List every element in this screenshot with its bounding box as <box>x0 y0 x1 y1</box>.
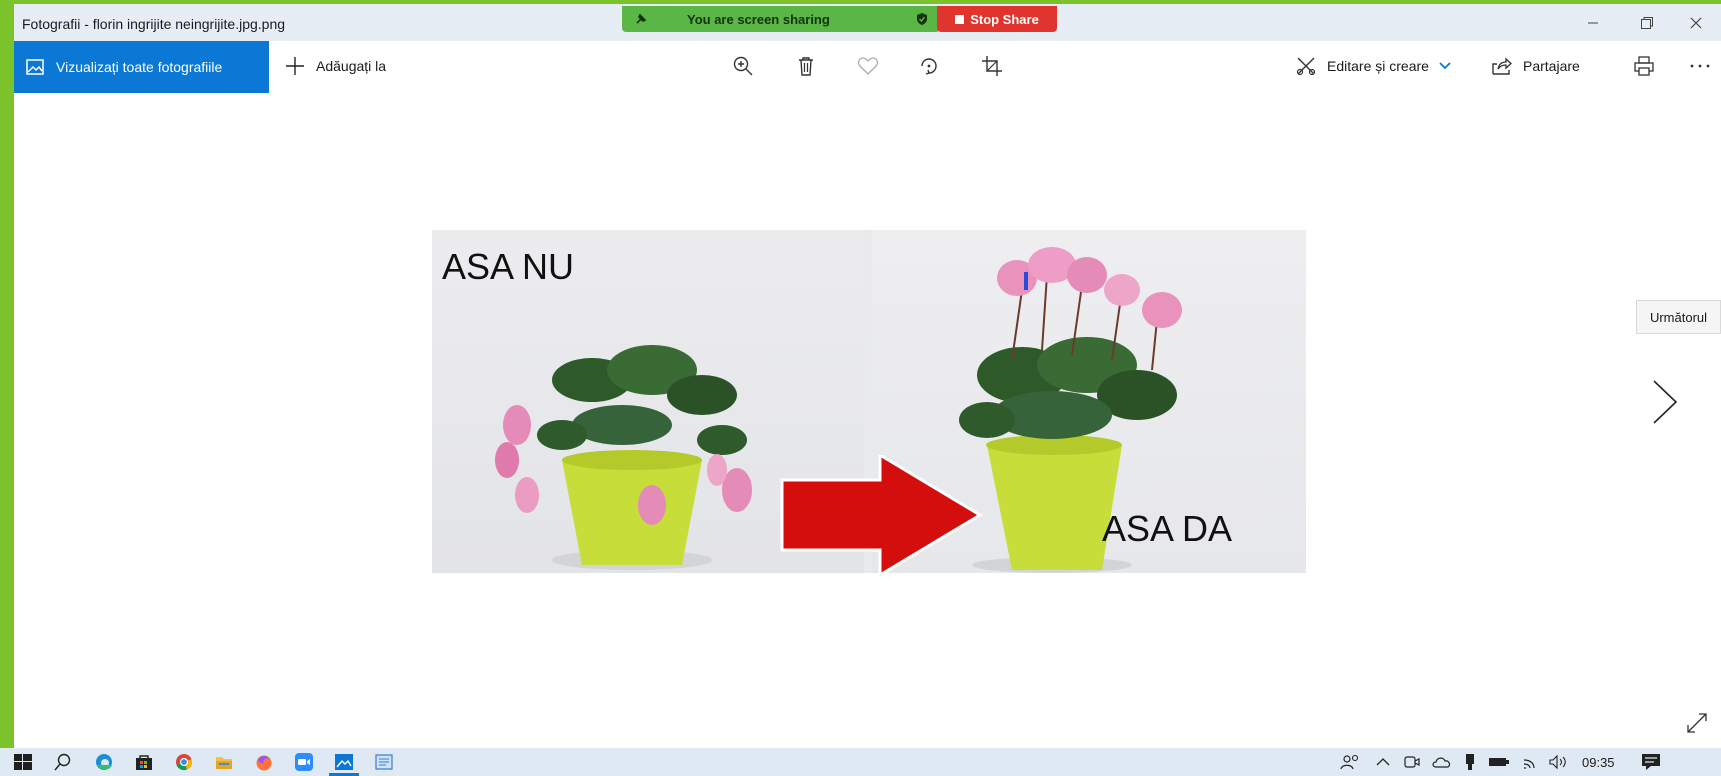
restore-icon <box>1641 17 1653 29</box>
red-arrow-graphic <box>780 455 983 575</box>
delete-button[interactable] <box>790 51 822 81</box>
taskbar-search-button[interactable] <box>52 752 74 772</box>
zoom-button[interactable] <box>727 51 759 81</box>
heart-icon <box>857 57 879 75</box>
wifi-icon[interactable] <box>1522 754 1540 770</box>
chevron-down-icon <box>1439 62 1451 70</box>
start-button[interactable] <box>12 752 34 772</box>
screen-sharing-status: You are screen sharing <box>687 12 830 27</box>
toolbar: Vizualizați toate fotografiile Adăugați … <box>14 41 1721 93</box>
minimize-button[interactable] <box>1571 8 1615 38</box>
photo-right-label: ASA DA <box>1102 508 1233 549</box>
taskbar: 09:35 <box>0 748 1721 776</box>
file-explorer-icon <box>216 757 232 769</box>
taskbar-store[interactable] <box>133 752 155 772</box>
share-button[interactable]: Partajare <box>1491 41 1580 91</box>
firefox-icon <box>256 755 272 771</box>
taskbar-clock[interactable]: 09:35 <box>1582 755 1615 770</box>
taskbar-chrome[interactable] <box>173 752 195 772</box>
crop-icon <box>982 56 1002 76</box>
share-pin-icon <box>636 13 647 24</box>
taskbar-file-explorer[interactable] <box>213 752 235 772</box>
window-title: Fotografii - florin ingrijite neingrijit… <box>22 16 286 32</box>
shield-icon <box>917 13 927 25</box>
restore-button[interactable] <box>1625 8 1669 38</box>
more-icon <box>1690 64 1710 68</box>
zoom-icon <box>295 753 313 771</box>
minimize-icon <box>1588 22 1598 24</box>
meet-now-icon[interactable] <box>1404 754 1420 770</box>
close-button[interactable] <box>1674 8 1718 38</box>
edge-icon <box>96 754 112 770</box>
favorite-button[interactable] <box>852 51 884 81</box>
stop-share-button[interactable]: Stop Share <box>937 6 1057 32</box>
more-options-button[interactable] <box>1684 51 1716 81</box>
photos-icon <box>335 754 353 770</box>
taskbar-firefox[interactable] <box>253 752 275 772</box>
view-all-photos-button[interactable]: Vizualizați toate fotografiile <box>14 41 269 93</box>
edit-create-label: Editare și creare <box>1327 58 1429 74</box>
zoom-in-icon <box>733 56 753 76</box>
photos-icon <box>26 59 44 75</box>
taskbar-notepad[interactable] <box>373 752 395 772</box>
stop-share-label: Stop Share <box>970 11 1039 27</box>
next-tooltip-label: Următorul <box>1649 309 1708 325</box>
notifications-icon[interactable] <box>1641 753 1661 771</box>
crop-button[interactable] <box>976 51 1008 81</box>
screen-share-frame-left <box>0 0 14 748</box>
screen-sharing-banner: You are screen sharing <box>622 6 940 32</box>
notepad-icon <box>375 754 393 770</box>
windows-start-icon <box>14 754 32 770</box>
add-to-button[interactable]: Adăugați la <box>284 41 386 91</box>
print-button[interactable] <box>1628 51 1660 81</box>
plus-icon <box>286 57 304 75</box>
add-to-label: Adăugați la <box>316 58 387 74</box>
usb-icon[interactable] <box>1464 753 1476 771</box>
close-icon <box>1690 17 1702 29</box>
edit-create-button[interactable]: Editare și creare <box>1295 41 1451 91</box>
next-tooltip: Următorul <box>1636 300 1721 334</box>
stop-icon <box>955 14 965 24</box>
expand-icon <box>1687 713 1707 733</box>
full-screen-button[interactable] <box>1682 708 1712 738</box>
share-label: Partajare <box>1523 58 1580 74</box>
photo-viewer-image: ASA NU ASA DA <box>432 230 1306 575</box>
edit-create-icon <box>1296 57 1316 76</box>
view-all-photos-label: Vizualizați toate fotografiile <box>56 59 223 75</box>
delete-icon <box>799 57 813 76</box>
search-icon <box>54 753 71 771</box>
share-icon <box>1492 57 1512 75</box>
store-icon <box>136 755 152 770</box>
chevron-right-icon <box>1653 380 1678 424</box>
battery-icon[interactable] <box>1488 756 1510 768</box>
people-icon[interactable] <box>1340 754 1362 770</box>
system-tray: 09:35 <box>1340 748 1661 776</box>
chevron-up-icon[interactable] <box>1376 757 1390 767</box>
print-icon <box>1634 56 1654 76</box>
taskbar-zoom[interactable] <box>293 752 315 772</box>
volume-icon[interactable] <box>1548 754 1570 770</box>
next-photo-button[interactable] <box>1640 372 1690 432</box>
onedrive-icon[interactable] <box>1432 755 1452 769</box>
taskbar-edge[interactable] <box>93 752 115 772</box>
chrome-icon <box>176 754 193 771</box>
rotate-icon <box>921 58 937 75</box>
rotate-button[interactable] <box>913 51 945 81</box>
taskbar-photos[interactable] <box>329 752 359 776</box>
